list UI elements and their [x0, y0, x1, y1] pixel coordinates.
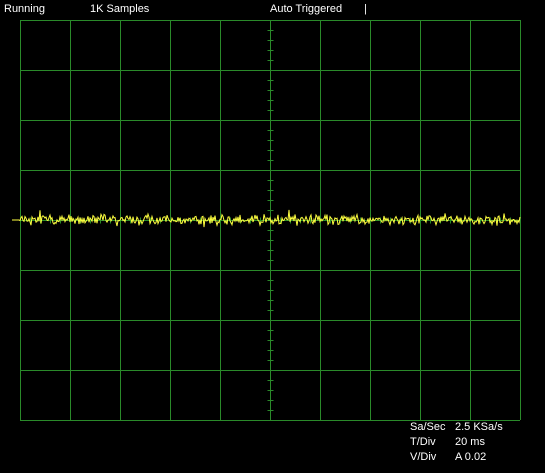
- time-per-div-label: T/Div: [410, 436, 436, 448]
- channel-a-trace: [12, 209, 521, 228]
- sample-rate-value: 2.5 KSa/s: [455, 421, 503, 433]
- oscilloscope-screen[interactable]: [0, 0, 545, 473]
- time-per-div-value: 20 ms: [455, 436, 485, 448]
- volts-per-div-label: V/Div: [410, 451, 437, 463]
- sample-rate-label: Sa/Sec: [410, 421, 446, 433]
- volts-per-div-value: A 0.02: [455, 451, 487, 463]
